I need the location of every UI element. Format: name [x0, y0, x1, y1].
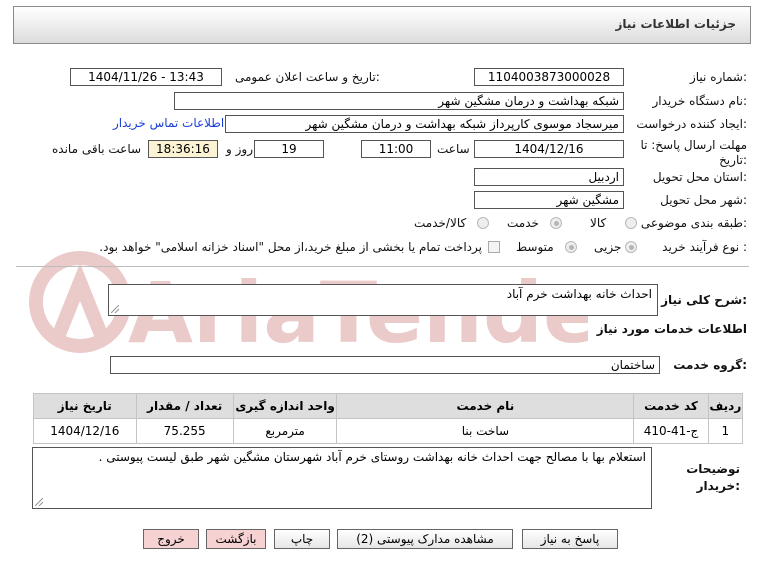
print-button[interactable]: چاپ	[274, 529, 330, 549]
cell-service-code: ج-41-410	[633, 418, 709, 444]
days-label: روز و	[226, 142, 253, 156]
cell-row-number: 1	[707, 418, 744, 444]
buyer-notes-textarea[interactable]: استعلام بها با مصالح جهت احداث خانه بهدا…	[32, 447, 652, 509]
buyer-org-label: نام دستگاه خریدار:	[652, 94, 748, 108]
exit-button[interactable]: خروج	[143, 529, 199, 549]
buyer-notes-text: استعلام بها با مصالح جهت احداث خانه بهدا…	[98, 450, 646, 464]
province-label: استان محل تحویل:	[652, 170, 747, 184]
announce-datetime-label: تاریخ و ساعت اعلان عمومی:	[235, 70, 380, 84]
announce-datetime-field: 1404/11/26 - 13:43	[70, 68, 222, 86]
col-row-number: ردیف	[707, 393, 744, 419]
category-option-goods-service: کالا/خدمت	[414, 216, 467, 230]
purchase-radio-medium[interactable]	[565, 241, 577, 253]
treasury-payment-checkbox[interactable]	[488, 241, 500, 253]
cell-unit: مترمربع	[232, 418, 338, 444]
description-label: شرح کلی نیاز:	[661, 293, 747, 307]
back-button[interactable]: بازگشت	[206, 529, 266, 549]
buyer-org-field: شبکه بهداشت و درمان مشگین شهر	[174, 92, 624, 110]
service-group-field: ساختمان	[110, 356, 660, 374]
service-group-label: گروه خدمت:	[673, 358, 747, 372]
divider	[16, 266, 749, 267]
services-table: ردیف کد خدمت نام خدمت واحد اندازه گیری ت…	[33, 393, 744, 444]
deadline-date-field: 1404/12/16	[474, 140, 624, 158]
remaining-time-field: 18:36:16	[148, 140, 218, 158]
col-service-name: نام خدمت	[336, 393, 635, 419]
deadline-label: مهلت ارسال پاسخ: تا	[640, 138, 747, 152]
category-radio-goods-service[interactable]	[477, 217, 489, 229]
category-label: طبقه بندی موضوعی:	[640, 216, 747, 230]
buyer-notes-label-2: خریدار:	[696, 479, 740, 493]
purchase-radio-minor[interactable]	[625, 241, 637, 253]
respond-button[interactable]: پاسخ به نیاز	[522, 529, 618, 549]
table-row: 1 ج-41-410 ساخت بنا مترمربع 75.255 1404/…	[33, 418, 744, 444]
requester-field: میرسجاد موسوی کارپرداز شبکه بهداشت و درم…	[225, 115, 624, 133]
page-title: جزئیات اطلاعات نیاز	[615, 17, 736, 31]
view-attachments-button[interactable]: مشاهده مدارک پیوستی (2)	[337, 529, 513, 549]
deadline-time-field: 11:00	[361, 140, 431, 158]
cell-quantity: 75.255	[135, 418, 234, 444]
remaining-time-label: ساعت باقی مانده	[52, 142, 142, 156]
description-text: احداث خانه بهداشت خرم آباد	[506, 287, 652, 301]
requester-label: ایجاد کننده درخواست:	[636, 117, 747, 131]
table-header-row: ردیف کد خدمت نام خدمت واحد اندازه گیری ت…	[33, 393, 744, 419]
col-need-date: تاریخ نیاز	[33, 393, 137, 419]
resize-grip-icon[interactable]	[35, 498, 43, 506]
cell-service-name: ساخت بنا	[336, 418, 635, 444]
purchase-type-label: نوع فرآیند خرید :	[662, 240, 747, 254]
description-textarea[interactable]: احداث خانه بهداشت خرم آباد	[108, 284, 658, 316]
city-field: مشگین شهر	[474, 191, 624, 209]
col-service-code: کد خدمت	[633, 393, 709, 419]
deadline-time-label: ساعت	[437, 142, 470, 156]
resize-grip-icon[interactable]	[111, 305, 119, 313]
buyer-notes-label: توضیحات	[686, 462, 740, 476]
buyer-contact-link[interactable]: اطلاعات تماس خریدار	[113, 116, 224, 130]
need-number-label: شماره نیاز:	[689, 70, 747, 84]
province-field: اردبیل	[474, 168, 624, 186]
deadline-label-date: تاریخ:	[719, 153, 747, 167]
need-number-field: 1104003873000028	[474, 68, 624, 86]
category-radio-goods[interactable]	[625, 217, 637, 229]
col-quantity: تعداد / مقدار	[135, 393, 234, 419]
page-header: جزئیات اطلاعات نیاز	[13, 6, 751, 44]
category-option-goods: کالا	[590, 216, 607, 230]
remaining-days-field: 19	[254, 140, 324, 158]
city-label: شهر محل تحویل:	[660, 193, 747, 207]
category-radio-service[interactable]	[550, 217, 562, 229]
cell-need-date: 1404/12/16	[33, 418, 137, 444]
col-unit: واحد اندازه گیری	[232, 393, 338, 419]
purchase-option-medium: متوسط	[516, 240, 554, 254]
purchase-option-minor: جزیی	[594, 240, 622, 254]
services-section-title: اطلاعات خدمات مورد نیاز	[596, 322, 747, 336]
treasury-payment-note: پرداخت تمام یا بخشی از مبلغ خرید،از محل …	[99, 240, 482, 254]
category-option-service: خدمت	[507, 216, 539, 230]
